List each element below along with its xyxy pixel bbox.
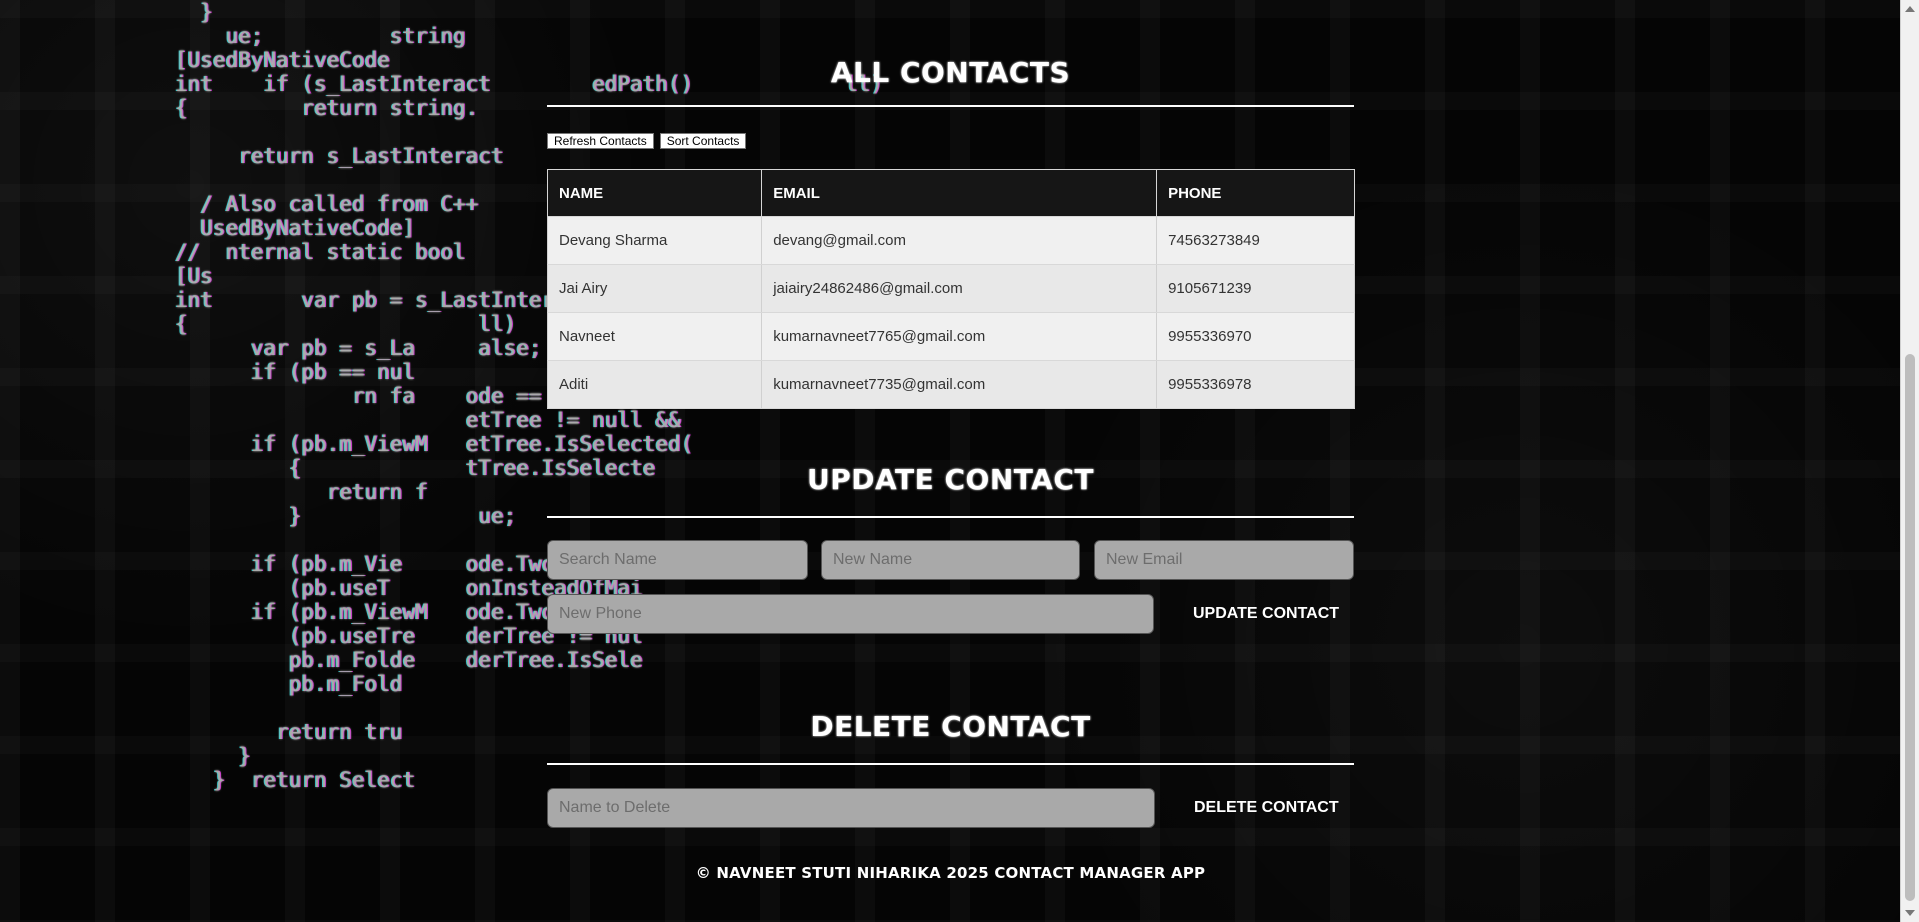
contact-phone: 9955336970 — [1156, 312, 1355, 361]
name-column-header: NAME — [546, 169, 763, 217]
table-row: Devang Sharma devang@gmail.com 745632738… — [546, 216, 1355, 265]
phone-column-header: PHONE — [1156, 169, 1355, 217]
delete-contact-title: Delete Contact — [810, 710, 1091, 743]
table-header-row: NAME EMAIL PHONE — [546, 169, 1355, 217]
table-row: Aditi kumarnavneet7735@gmail.com 9955336… — [546, 360, 1355, 409]
all-contacts-title: All Contacts — [830, 56, 1071, 89]
contact-phone: 9955336978 — [1156, 360, 1355, 409]
delete-contact-button[interactable]: DELETE CONTACT — [1194, 799, 1339, 817]
scroll-down-arrow-icon[interactable] — [1905, 910, 1915, 916]
contact-email: jaiairy24862486@gmail.com — [761, 264, 1158, 313]
contact-phone: 74563273849 — [1156, 216, 1355, 265]
search-name-input[interactable] — [547, 540, 808, 580]
refresh-contacts-button[interactable]: Refresh Contacts — [547, 133, 654, 149]
new-phone-input[interactable] — [547, 594, 1154, 634]
scrollbar-thumb[interactable] — [1905, 354, 1915, 901]
contact-name: Jai Airy — [546, 264, 763, 313]
table-row: Navneet kumarnavneet7765@gmail.com 99553… — [546, 312, 1355, 361]
scroll-up-arrow-icon[interactable] — [1905, 6, 1915, 12]
contact-email: kumarnavneet7765@gmail.com — [761, 312, 1158, 361]
contact-email: kumarnavneet7735@gmail.com — [761, 360, 1158, 409]
update-contact-divider — [547, 516, 1354, 518]
table-row: Jai Airy jaiairy24862486@gmail.com 91056… — [546, 264, 1355, 313]
update-contact-button[interactable]: UPDATE CONTACT — [1193, 605, 1339, 623]
contact-name: Aditi — [546, 360, 763, 409]
new-name-input[interactable] — [821, 540, 1080, 580]
update-contact-title: Update Contact — [807, 463, 1094, 496]
new-email-input[interactable] — [1094, 540, 1354, 580]
contact-phone: 9105671239 — [1156, 264, 1355, 313]
app-footer: © Navneet Stuti Niharika 2025 Contact Ma… — [695, 864, 1206, 882]
sort-contacts-button[interactable]: Sort Contacts — [659, 133, 747, 149]
contact-name: Navneet — [546, 312, 763, 361]
email-column-header: EMAIL — [761, 169, 1158, 217]
contact-name: Devang Sharma — [546, 216, 763, 265]
contacts-table: NAME EMAIL PHONE Devang Sharma devang@gm… — [546, 169, 1355, 409]
code-background: } ue; string [UsedByNativeCode int if (s… — [0, 0, 1900, 922]
delete-contact-divider — [547, 763, 1354, 765]
name-to-delete-input[interactable] — [547, 788, 1155, 828]
contact-email: devang@gmail.com — [761, 216, 1158, 265]
contact-actions: Refresh Contacts Sort Contacts — [547, 133, 747, 149]
vertical-scrollbar[interactable] — [1900, 0, 1919, 922]
all-contacts-divider — [547, 105, 1354, 107]
